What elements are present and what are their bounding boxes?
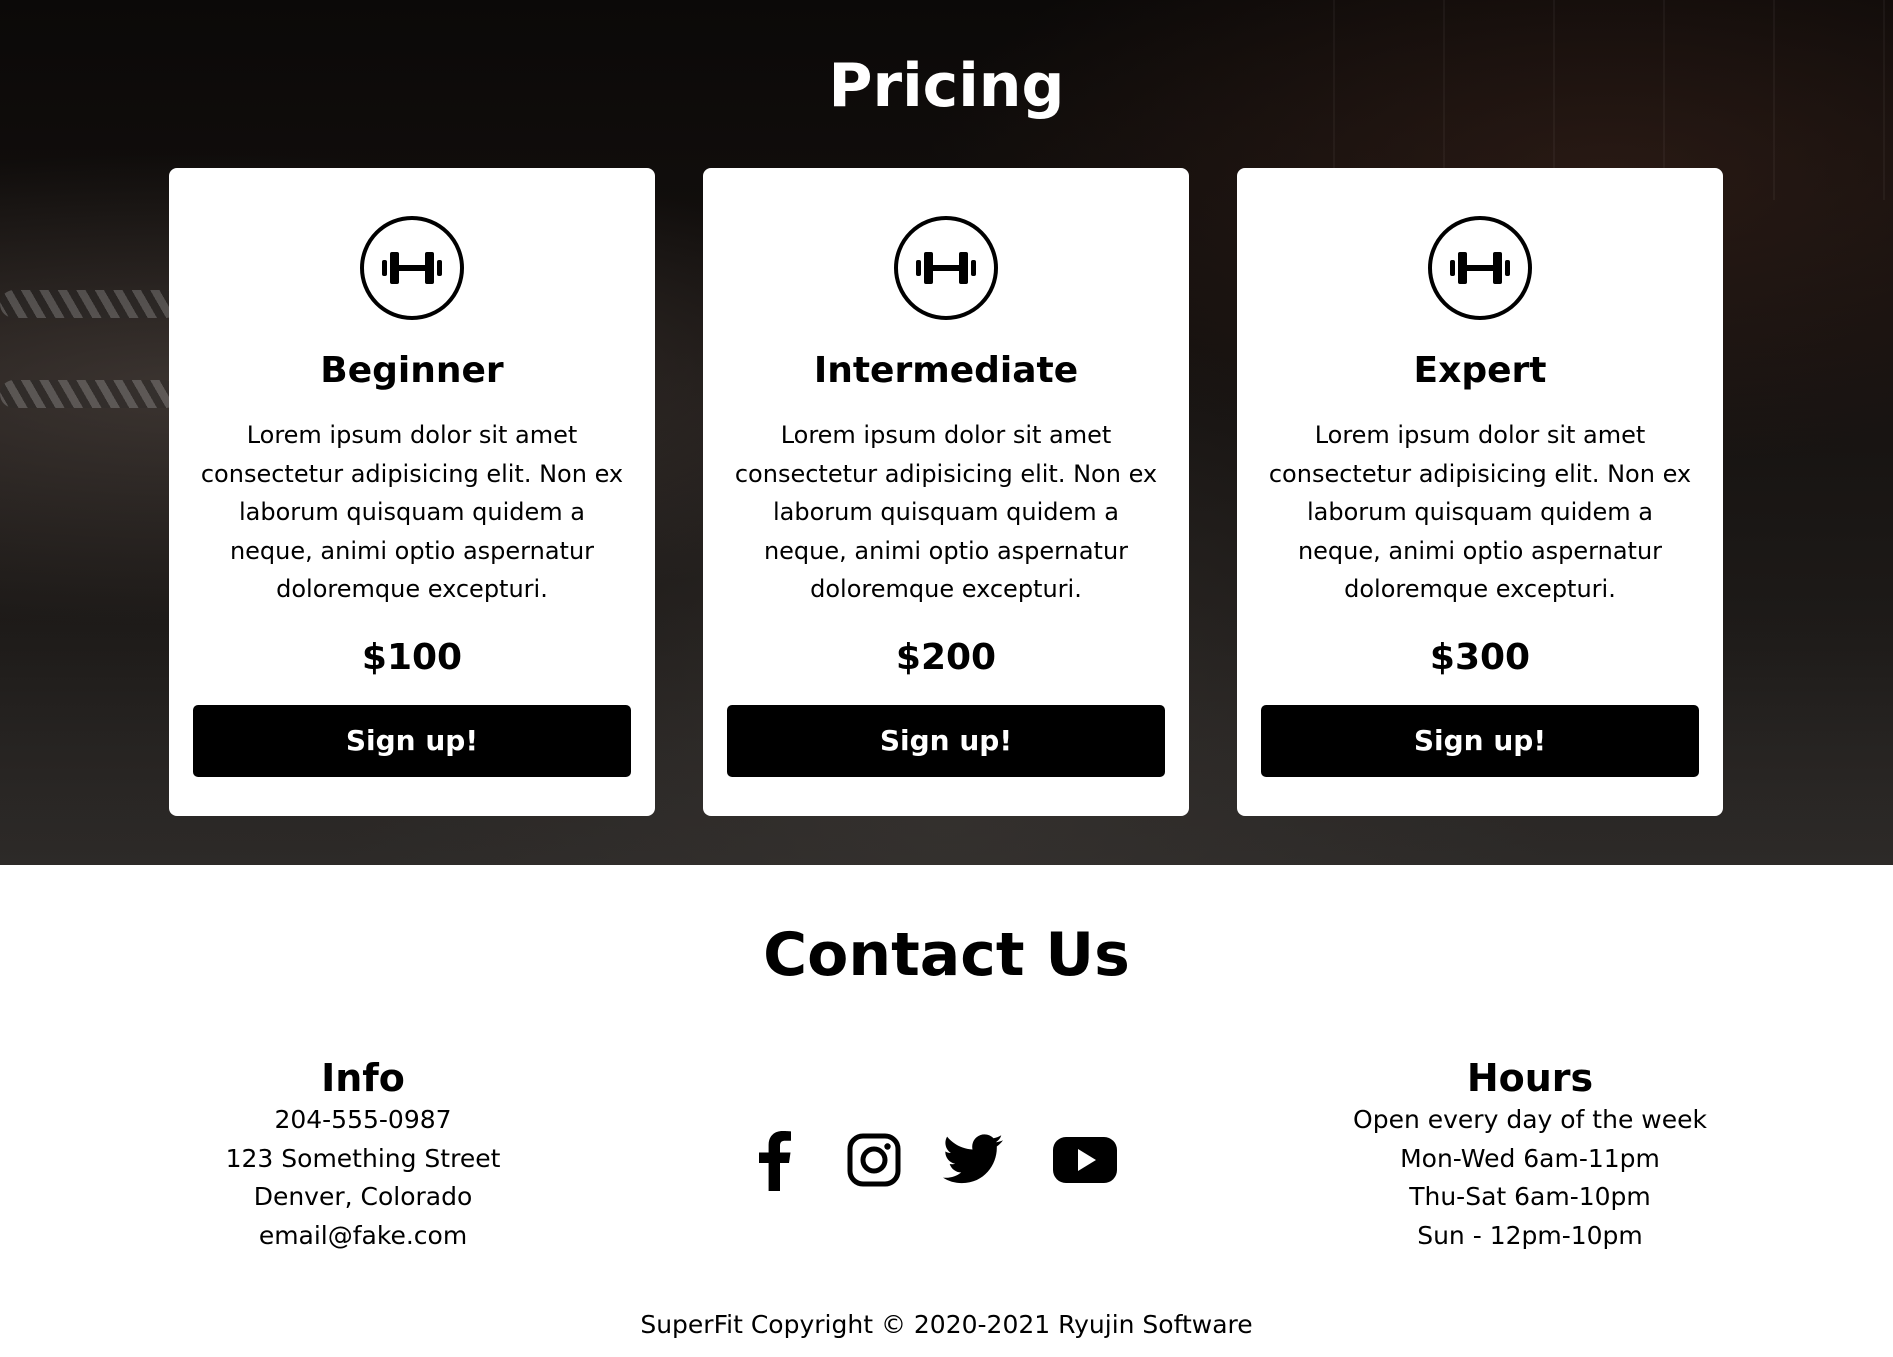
twitter-icon[interactable] (942, 1132, 1004, 1188)
social-links (740, 1125, 1118, 1195)
signup-button-expert[interactable]: Sign up! (1261, 704, 1699, 777)
pricing-card-intermediate: Intermediate Lorem ipsum dolor sit amet … (703, 168, 1189, 816)
email-address: email@fake.com (258, 1220, 468, 1250)
pricing-cards: Beginner Lorem ipsum dolor sit amet cons… (169, 168, 1723, 816)
hours-line: Open every day of the week (1353, 1105, 1707, 1134)
pricing-card-expert: Expert Lorem ipsum dolor sit amet consec… (1237, 168, 1723, 816)
dumbbell-icon (360, 216, 464, 320)
hours-line: Sun - 12pm-10pm (1417, 1220, 1643, 1250)
street-address: 123 Something Street (225, 1143, 501, 1173)
phone-number: 204-555-0987 (274, 1105, 452, 1134)
contact-title: Contact Us (763, 920, 1130, 990)
instagram-icon[interactable] (846, 1132, 902, 1188)
plan-price: $300 (1429, 636, 1531, 678)
plan-price: $200 (895, 636, 997, 678)
plan-name: Expert (1413, 350, 1547, 391)
plan-name: Intermediate (813, 350, 1079, 391)
info-title: Info (321, 1056, 405, 1100)
pricing-title: Pricing (828, 51, 1065, 121)
background-rope (0, 290, 180, 318)
pricing-section: Pricing Beginner Lorem ipsum dolor sit a… (0, 0, 1893, 865)
city-state: Denver, Colorado (253, 1182, 473, 1211)
info-column: Info 204-555-0987 123 Something Street D… (143, 1055, 583, 1255)
hours-title: Hours (1466, 1056, 1594, 1100)
facebook-icon[interactable] (740, 1125, 810, 1195)
dumbbell-icon (1428, 216, 1532, 320)
contact-section: Contact Us Info 204-555-0987 123 Somethi… (0, 865, 1893, 1357)
signup-button-intermediate[interactable]: Sign up! (727, 704, 1165, 777)
copyright-text: SuperFit Copyright © 2020-2021 Ryujin So… (640, 1310, 1253, 1339)
plan-description: Lorem ipsum dolor sit amet consectetur a… (200, 421, 624, 603)
dumbbell-icon (894, 216, 998, 320)
plan-description: Lorem ipsum dolor sit amet consectetur a… (1268, 421, 1692, 603)
signup-button-beginner[interactable]: Sign up! (193, 704, 631, 777)
plan-description: Lorem ipsum dolor sit amet consectetur a… (734, 421, 1158, 603)
hours-column: Hours Open every day of the week Mon-Wed… (1310, 1055, 1750, 1255)
youtube-icon[interactable] (1052, 1136, 1118, 1184)
hours-line: Mon-Wed 6am-11pm (1400, 1143, 1660, 1173)
pricing-card-beginner: Beginner Lorem ipsum dolor sit amet cons… (169, 168, 655, 816)
plan-name: Beginner (320, 350, 504, 391)
plan-price: $100 (361, 636, 463, 678)
hours-line: Thu-Sat 6am-10pm (1409, 1182, 1651, 1211)
background-rope (0, 380, 180, 408)
